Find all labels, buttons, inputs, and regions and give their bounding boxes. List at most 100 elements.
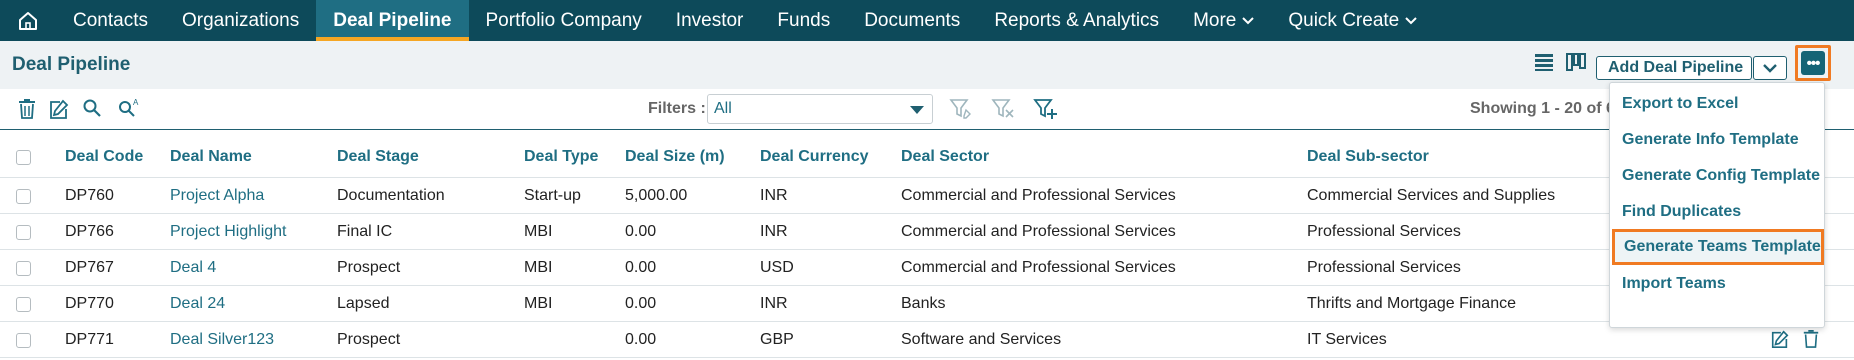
column-header-deal-stage[interactable]: Deal Stage bbox=[337, 136, 419, 177]
kanban-view-icon bbox=[1566, 53, 1586, 71]
deal-code: DP770 bbox=[65, 294, 114, 312]
deal-stage: Final IC bbox=[337, 222, 393, 240]
deal-sector: Commercial and Professional Services bbox=[901, 258, 1176, 276]
edit-icon[interactable] bbox=[1770, 329, 1790, 349]
trash-icon bbox=[19, 99, 35, 119]
list-toolbar: A Filters : All Showing 1 - 20 of 6 bbox=[0, 89, 1854, 130]
table-row: DP766 Project Highlight Final IC MBI 0.0… bbox=[0, 214, 1854, 250]
deal-stage: Documentation bbox=[337, 186, 445, 204]
filter-add-icon bbox=[1033, 99, 1057, 119]
more-actions-button[interactable]: ••• bbox=[1801, 51, 1825, 75]
trash-icon[interactable] bbox=[1802, 329, 1820, 349]
nav-funds[interactable]: Funds bbox=[760, 0, 847, 41]
advanced-search-icon: A bbox=[119, 98, 139, 117]
page-header: Deal Pipeline Add Deal Pipeline ••• bbox=[0, 41, 1854, 89]
deal-currency: INR bbox=[760, 186, 788, 204]
table-row: DP760 Project Alpha Documentation Start-… bbox=[0, 178, 1854, 214]
deal-subsector: Thrifts and Mortgage Finance bbox=[1307, 294, 1516, 312]
add-options-dropdown-button[interactable] bbox=[1753, 56, 1787, 80]
nav-organizations[interactable]: Organizations bbox=[165, 0, 316, 41]
top-navigation: Contacts Organizations Deal Pipeline Por… bbox=[0, 0, 1854, 41]
list-view-icon bbox=[1535, 54, 1553, 71]
deal-currency: INR bbox=[760, 222, 788, 240]
list-view-button[interactable] bbox=[1534, 52, 1554, 77]
table-row: DP771 Deal Silver123 Prospect 0.00 GBP S… bbox=[0, 322, 1854, 358]
nav-contacts[interactable]: Contacts bbox=[56, 0, 165, 41]
menu-item-generate-teams-template[interactable]: Generate Teams Template bbox=[1612, 229, 1824, 265]
deal-sector: Commercial and Professional Services bbox=[901, 222, 1176, 240]
deal-type: MBI bbox=[524, 222, 553, 240]
filter-add-button[interactable] bbox=[1033, 98, 1059, 125]
deal-subsector: Professional Services bbox=[1307, 222, 1461, 240]
row-checkbox[interactable] bbox=[16, 225, 31, 240]
deal-name-link[interactable]: Deal Silver123 bbox=[170, 322, 274, 357]
table-row: DP767 Deal 4 Prospect MBI 0.00 USD Comme… bbox=[0, 250, 1854, 286]
nav-deal-pipeline[interactable]: Deal Pipeline bbox=[316, 0, 469, 41]
nav-investor[interactable]: Investor bbox=[659, 0, 761, 41]
nav-reports-analytics[interactable]: Reports & Analytics bbox=[977, 0, 1176, 41]
deal-subsector: IT Services bbox=[1307, 330, 1387, 348]
menu-item-generate-info-template[interactable]: Generate Info Template bbox=[1610, 122, 1824, 158]
edit-button[interactable] bbox=[48, 98, 70, 125]
filter-select[interactable]: All bbox=[707, 94, 933, 124]
table-row: DP770 Deal 24 Lapsed MBI 0.00 INR Banks … bbox=[0, 286, 1854, 322]
deal-type: MBI bbox=[524, 258, 553, 276]
deal-currency: INR bbox=[760, 294, 788, 312]
svg-text:A: A bbox=[133, 98, 139, 107]
filter-clear-button[interactable] bbox=[991, 98, 1015, 125]
nav-documents[interactable]: Documents bbox=[847, 0, 977, 41]
deal-code: DP771 bbox=[65, 330, 114, 348]
deal-sector: Software and Services bbox=[901, 330, 1062, 348]
chevron-down-icon bbox=[1763, 63, 1777, 73]
menu-item-import-teams[interactable]: Import Teams bbox=[1610, 266, 1824, 302]
filter-edit-button[interactable] bbox=[949, 98, 973, 125]
deal-size: 0.00 bbox=[625, 294, 657, 312]
column-header-deal-size[interactable]: Deal Size (m) bbox=[625, 136, 725, 177]
menu-item-generate-config-template[interactable]: Generate Config Template bbox=[1610, 158, 1824, 194]
advanced-search-button[interactable]: A bbox=[117, 98, 141, 123]
home-button[interactable] bbox=[0, 0, 56, 41]
column-header-deal-currency[interactable]: Deal Currency bbox=[760, 136, 869, 177]
row-checkbox[interactable] bbox=[16, 333, 31, 348]
deal-size: 0.00 bbox=[625, 330, 657, 348]
add-deal-pipeline-button[interactable]: Add Deal Pipeline bbox=[1596, 56, 1752, 80]
column-header-deal-subsector[interactable]: Deal Sub-sector bbox=[1307, 136, 1429, 177]
filter-clear-icon bbox=[991, 99, 1014, 118]
kanban-view-button[interactable] bbox=[1566, 52, 1586, 79]
deal-name-link[interactable]: Deal 24 bbox=[170, 286, 225, 321]
menu-item-export-excel[interactable]: Export to Excel bbox=[1610, 86, 1824, 122]
deal-stage: Prospect bbox=[337, 330, 401, 348]
deal-type: Start-up bbox=[524, 186, 581, 204]
row-checkbox[interactable] bbox=[16, 189, 31, 204]
nav-more-label: More bbox=[1193, 9, 1237, 31]
deal-code: DP760 bbox=[65, 186, 114, 204]
nav-portfolio-company[interactable]: Portfolio Company bbox=[469, 0, 659, 41]
column-header-deal-code[interactable]: Deal Code bbox=[65, 136, 143, 177]
column-header-deal-name[interactable]: Deal Name bbox=[170, 136, 252, 177]
deal-subsector: Commercial Services and Supplies bbox=[1307, 186, 1556, 204]
more-actions-menu: Export to Excel Generate Info Template G… bbox=[1609, 82, 1825, 328]
deal-name-link[interactable]: Project Highlight bbox=[170, 214, 287, 249]
row-actions bbox=[1770, 329, 1820, 349]
chevron-down-icon bbox=[1242, 16, 1255, 24]
column-header-deal-type[interactable]: Deal Type bbox=[524, 136, 598, 177]
select-all-checkbox[interactable] bbox=[16, 150, 31, 165]
menu-item-find-duplicates[interactable]: Find Duplicates bbox=[1610, 194, 1824, 230]
deal-name-link[interactable]: Project Alpha bbox=[170, 178, 264, 213]
row-checkbox[interactable] bbox=[16, 261, 31, 276]
search-button[interactable] bbox=[82, 98, 102, 123]
nav-more[interactable]: More bbox=[1176, 0, 1271, 41]
deal-name-link[interactable]: Deal 4 bbox=[170, 250, 216, 285]
nav-quick-create[interactable]: Quick Create bbox=[1271, 0, 1434, 41]
caret-down-icon bbox=[910, 106, 924, 114]
deal-stage: Lapsed bbox=[337, 294, 390, 312]
search-icon bbox=[83, 99, 101, 117]
delete-button[interactable] bbox=[17, 98, 37, 125]
deal-type: MBI bbox=[524, 294, 553, 312]
deal-size: 0.00 bbox=[625, 258, 657, 276]
deal-subsector: Professional Services bbox=[1307, 258, 1461, 276]
nav-quick-create-label: Quick Create bbox=[1288, 9, 1400, 31]
deal-currency: USD bbox=[760, 258, 794, 276]
column-header-deal-sector[interactable]: Deal Sector bbox=[901, 136, 989, 177]
row-checkbox[interactable] bbox=[16, 297, 31, 312]
